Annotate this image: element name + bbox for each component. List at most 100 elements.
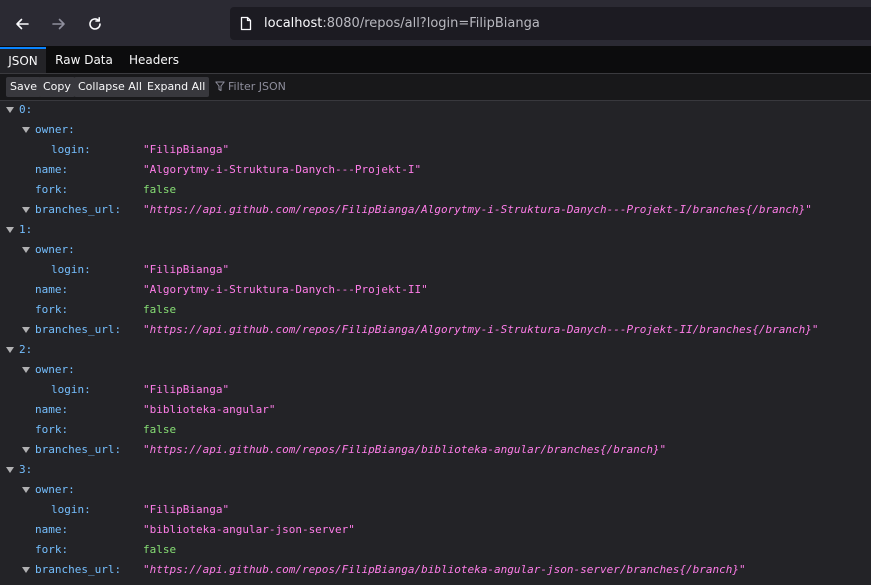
name-row: name: "biblioteka-angular" xyxy=(0,400,871,420)
expand-toggle-icon[interactable] xyxy=(6,227,14,233)
expand-toggle-icon[interactable] xyxy=(22,567,30,573)
json-value: "https://api.github.com/repos/FilipBiang… xyxy=(143,323,819,336)
json-key: name: xyxy=(35,403,69,416)
json-value: "Algorytmy-i-Struktura-Danych---Projekt-… xyxy=(143,283,428,296)
json-value: "https://api.github.com/repos/FilipBiang… xyxy=(143,563,746,576)
expand-toggle-icon[interactable] xyxy=(6,107,14,113)
json-value: "FilipBianga" xyxy=(143,263,230,276)
expand-toggle-icon[interactable] xyxy=(22,447,30,453)
json-value: "Algorytmy-i-Struktura-Danych---Projekt-… xyxy=(143,163,422,176)
json-viewer-tabs: JSON Raw Data Headers xyxy=(0,47,871,74)
json-key: owner: xyxy=(35,363,75,376)
json-key: branches_url: xyxy=(35,323,122,336)
expand-toggle-icon[interactable] xyxy=(22,327,30,333)
json-key: branches_url: xyxy=(35,443,122,456)
json-key: branches_url: xyxy=(35,563,122,576)
json-value: "biblioteka-angular" xyxy=(143,403,276,416)
branches-url-row[interactable]: branches_url: "https://api.github.com/rep… xyxy=(0,560,871,580)
save-button[interactable]: Save xyxy=(6,77,42,97)
expand-toggle-icon[interactable] xyxy=(22,247,30,253)
repo-row[interactable]: 3: xyxy=(0,460,871,480)
json-value: "https://api.github.com/repos/FilipBiang… xyxy=(143,443,667,456)
json-key: owner: xyxy=(35,123,75,136)
back-button[interactable] xyxy=(8,10,36,38)
json-key: branches_url: xyxy=(35,203,122,216)
tab-headers[interactable]: Headers xyxy=(124,47,184,73)
login-row: login: "FilipBianga" xyxy=(0,140,871,160)
expand-toggle-icon[interactable] xyxy=(22,367,30,373)
expand-toggle-icon[interactable] xyxy=(22,127,30,133)
filter-json-input[interactable]: Filter JSON xyxy=(215,78,286,96)
json-key: login: xyxy=(51,383,91,396)
json-value: false xyxy=(143,543,177,556)
reload-icon xyxy=(89,17,101,30)
json-value: false xyxy=(143,423,177,436)
name-row: name: "Algorytmy-i-Struktura-Danych---Pro… xyxy=(0,160,871,180)
page-icon xyxy=(240,16,252,31)
arrow-left-icon xyxy=(16,18,29,30)
expand-toggle-icon[interactable] xyxy=(6,347,14,353)
json-value: false xyxy=(143,183,177,196)
json-key: fork: xyxy=(35,423,69,436)
json-value: "FilipBianga" xyxy=(143,143,230,156)
owner-row[interactable]: owner: xyxy=(0,480,871,500)
owner-row[interactable]: owner: xyxy=(0,360,871,380)
json-key: 0: xyxy=(19,103,33,116)
json-key: login: xyxy=(51,503,91,516)
filter-placeholder: Filter JSON xyxy=(228,80,286,93)
fork-row: fork: false xyxy=(0,180,871,200)
json-key: fork: xyxy=(35,303,69,316)
arrow-right-icon xyxy=(52,18,65,30)
repo-row[interactable]: 2: xyxy=(0,340,871,360)
url-text[interactable]: localhost:8080/repos/all?login=FilipBian… xyxy=(264,16,540,32)
json-key: owner: xyxy=(35,483,75,496)
login-row: login: "FilipBianga" xyxy=(0,260,871,280)
json-value: "FilipBianga" xyxy=(143,383,230,396)
repo-row[interactable]: 1: xyxy=(0,220,871,240)
fork-row: fork: false xyxy=(0,300,871,320)
json-key: fork: xyxy=(35,183,69,196)
url-host: localhost xyxy=(264,16,323,31)
name-row: name: "biblioteka-angular-json-server" xyxy=(0,520,871,540)
collapse-all-button[interactable]: Collapse All xyxy=(74,77,146,97)
expand-toggle-icon[interactable] xyxy=(22,487,30,493)
tab-json[interactable]: JSON xyxy=(0,47,46,73)
json-value: "https://api.github.com/repos/FilipBiang… xyxy=(143,203,812,216)
json-key: name: xyxy=(35,163,69,176)
expand-toggle-icon[interactable] xyxy=(6,467,14,473)
branches-url-row[interactable]: branches_url: "https://api.github.com/rep… xyxy=(0,320,871,340)
json-value: false xyxy=(143,303,177,316)
name-row: name: "Algorytmy-i-Struktura-Danych---Pro… xyxy=(0,280,871,300)
branches-url-row[interactable]: branches_url: "https://api.github.com/rep… xyxy=(0,440,871,460)
json-key: 2: xyxy=(19,343,33,356)
json-key: name: xyxy=(35,523,69,536)
forward-button[interactable] xyxy=(45,10,73,38)
json-key: name: xyxy=(35,283,69,296)
repo-row[interactable]: 0: xyxy=(0,100,871,120)
json-key: fork: xyxy=(35,543,69,556)
tab-raw-data[interactable]: Raw Data xyxy=(50,47,118,73)
json-toolbar: Save Copy Collapse All Expand All Filter… xyxy=(0,74,871,101)
login-row: login: "FilipBianga" xyxy=(0,500,871,520)
branches-url-row[interactable]: branches_url: "https://api.github.com/rep… xyxy=(0,200,871,220)
json-key: login: xyxy=(51,263,91,276)
owner-row[interactable]: owner: xyxy=(0,120,871,140)
json-value: "FilipBianga" xyxy=(143,503,230,516)
json-key: login: xyxy=(51,143,91,156)
copy-button[interactable]: Copy xyxy=(39,77,75,97)
reload-button[interactable] xyxy=(81,10,109,38)
json-key: 1: xyxy=(19,223,33,236)
fork-row: fork: false xyxy=(0,540,871,560)
address-bar[interactable]: localhost:8080/repos/all?login=FilipBian… xyxy=(230,7,871,40)
json-key: 3: xyxy=(19,463,33,476)
owner-row[interactable]: owner: xyxy=(0,240,871,260)
filter-icon xyxy=(215,81,225,91)
json-value: "biblioteka-angular-json-server" xyxy=(143,523,355,536)
url-path: :8080/repos/all?login=FilipBianga xyxy=(322,16,540,31)
login-row: login: "FilipBianga" xyxy=(0,380,871,400)
json-key: owner: xyxy=(35,243,75,256)
browser-toolbar: localhost:8080/repos/all?login=FilipBian… xyxy=(0,0,871,47)
fork-row: fork: false xyxy=(0,420,871,440)
expand-all-button[interactable]: Expand All xyxy=(143,77,210,97)
expand-toggle-icon[interactable] xyxy=(22,207,30,213)
